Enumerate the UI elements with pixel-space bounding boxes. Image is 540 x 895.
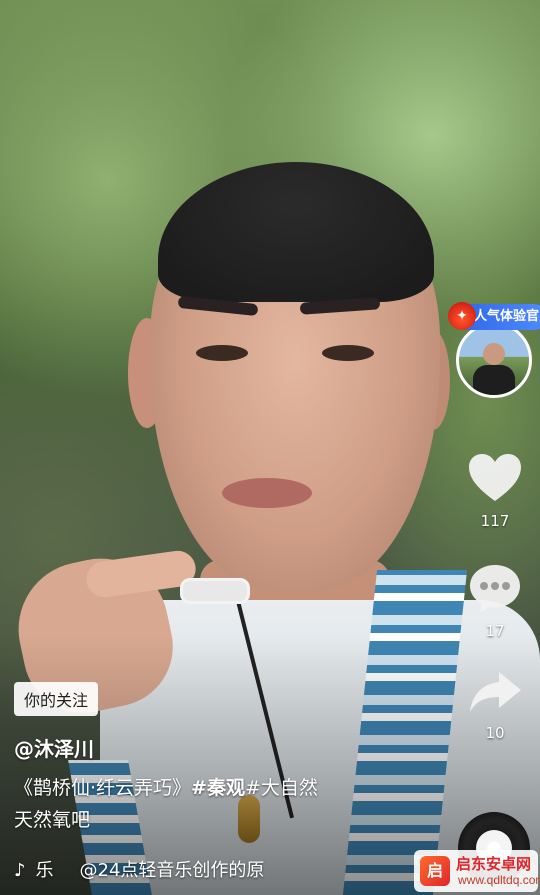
watermark-url: www.qdltdq.com [458, 873, 540, 887]
creator-badge-label: 人气体验官 [474, 309, 540, 324]
whistle [180, 578, 250, 604]
avatar-body [473, 365, 515, 395]
site-watermark: 启 启东安卓网 www.qdltdq.com [414, 850, 540, 892]
hair [158, 162, 434, 302]
comment-icon [470, 565, 520, 612]
hashtag-nature[interactable]: #大自然 [245, 777, 318, 799]
music-title: @24点轻音乐创作的原 [79, 860, 265, 881]
left-eye [196, 345, 248, 361]
flame-icon: ✦ [448, 302, 476, 330]
right-eye [322, 345, 374, 361]
following-tag: 你的关注 [14, 682, 99, 716]
watermark-title: 启东安卓网 [456, 855, 532, 873]
share-arrow-icon [470, 672, 521, 712]
creator-avatar[interactable] [456, 322, 532, 398]
heart-icon [469, 454, 521, 501]
author-name[interactable]: @沐泽川 [14, 733, 94, 762]
share-count: 10 [485, 724, 505, 742]
caption-line-2: 天然氧吧 [14, 809, 91, 831]
like-count: 117 [480, 512, 510, 530]
hashtag-qinguan[interactable]: #秦观 [191, 777, 245, 799]
music-label: 乐 [35, 860, 54, 881]
mouth [222, 478, 312, 508]
video-caption[interactable]: 《鹊桥仙·纤云弄巧》#秦观#大自然 天然氧吧 [14, 772, 374, 836]
creator-badge[interactable]: ✦ 人气体验官 [448, 302, 540, 330]
music-info[interactable]: ♪ 乐 @24点轻音乐创作的原 [14, 856, 264, 882]
comment-button[interactable]: 17 [460, 562, 530, 640]
comment-count: 17 [485, 622, 505, 640]
music-note-icon: ♪ [14, 860, 26, 881]
watermark-logo: 启 [420, 856, 450, 886]
caption-line-1: 《鹊桥仙·纤云弄巧》#秦观#大自然 [14, 772, 374, 804]
avatar-head [483, 343, 505, 365]
caption-title: 《鹊桥仙·纤云弄巧》 [14, 777, 192, 799]
share-button[interactable]: 10 [460, 668, 530, 742]
like-button[interactable]: 117 [460, 452, 530, 530]
